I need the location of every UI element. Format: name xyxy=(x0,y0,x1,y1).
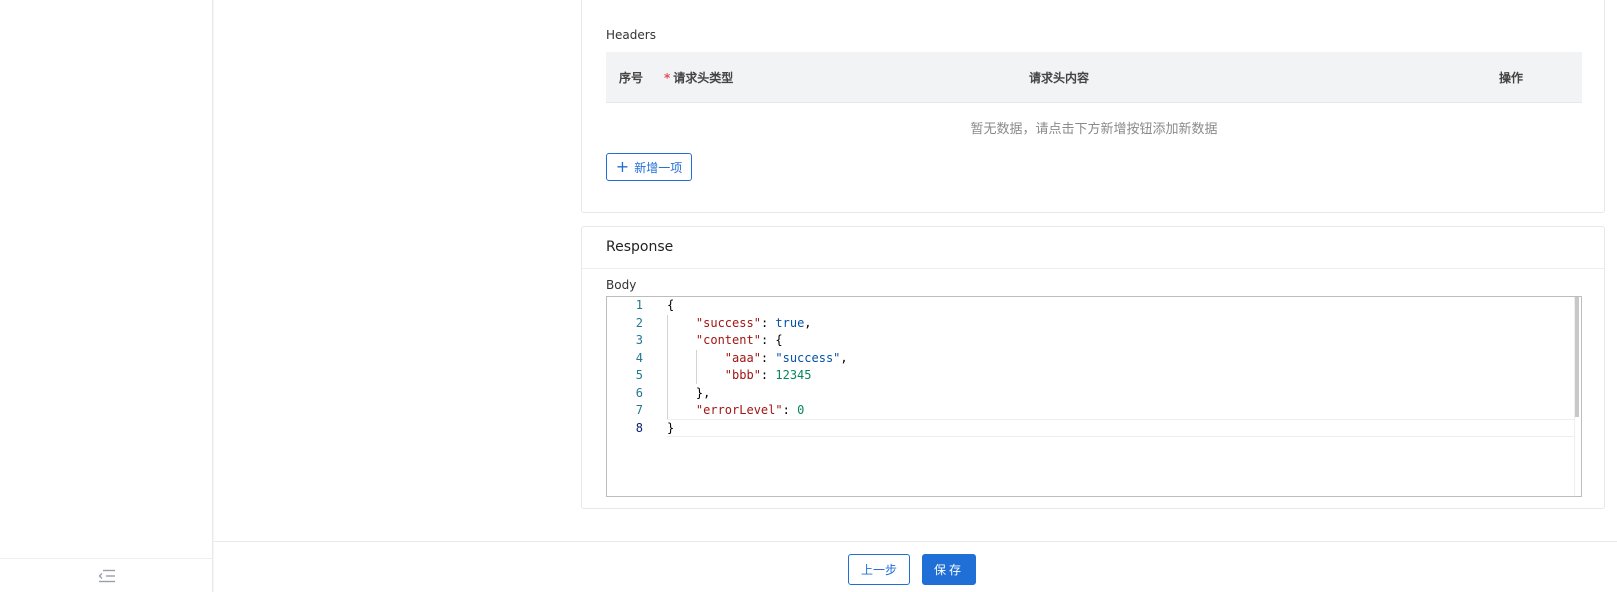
headers-table-head: 序号 * 请求头类型 请求头内容 操作 xyxy=(606,52,1582,103)
headers-card: Headers 序号 * 请求头类型 请求头内容 操作 暂无数据，请点击下方新增按… xyxy=(581,0,1605,213)
editor-gutter: 1 2 3 4 5 6 7 8 xyxy=(607,297,667,496)
line-number: 1 xyxy=(635,298,643,312)
add-item-button[interactable]: + 新增一项 xyxy=(606,153,692,181)
editor-scrollbar[interactable] xyxy=(1575,297,1579,417)
collapse-menu-icon[interactable] xyxy=(98,569,116,583)
column-header-type: * 请求头类型 xyxy=(664,69,1029,86)
headers-table: 序号 * 请求头类型 请求头内容 操作 暂无数据，请点击下方新增按钮添加新数据 xyxy=(606,52,1582,151)
code-line: "bbb": 12345 xyxy=(724,368,812,382)
headers-label: Headers xyxy=(606,28,656,42)
column-header-content: 请求头内容 xyxy=(1029,70,1090,85)
line-number: 7 xyxy=(635,403,643,417)
line-number: 4 xyxy=(635,351,643,365)
code-line: "errorLevel": 0 xyxy=(695,403,805,417)
editor-code[interactable]: { "success": true, "content": { "aaa": "… xyxy=(667,297,1581,496)
code-line: "success": true, xyxy=(695,316,812,330)
column-index: 序号 xyxy=(619,70,644,85)
response-card: Response Body 1 2 3 4 5 6 7 8 { "success… xyxy=(581,226,1605,509)
code-line: { xyxy=(667,298,675,312)
column-action: 操作 xyxy=(1499,70,1524,85)
body-label: Body xyxy=(606,278,637,292)
column-header-type-label: 请求头类型 xyxy=(673,70,734,85)
footer-bar: 上一步 保存 xyxy=(214,541,1617,592)
code-line: "aaa": "success", xyxy=(724,351,848,365)
code-line: }, xyxy=(667,386,711,400)
sidebar-footer xyxy=(0,558,213,592)
main-content: Headers 序号 * 请求头类型 请求头内容 操作 暂无数据，请点击下方新增按… xyxy=(214,0,1617,592)
response-divider xyxy=(582,268,1604,269)
sidebar xyxy=(0,0,213,592)
response-title: Response xyxy=(606,239,674,255)
code-line: "content": { xyxy=(695,333,783,347)
line-number: 2 xyxy=(635,316,643,330)
line-number: 5 xyxy=(635,368,643,382)
table-empty-text: 暂无数据，请点击下方新增按钮添加新数据 xyxy=(970,121,1218,137)
save-button[interactable]: 保存 xyxy=(922,554,976,585)
prev-step-button[interactable]: 上一步 xyxy=(848,554,910,585)
required-mark: * xyxy=(664,70,671,85)
response-body-editor[interactable]: 1 2 3 4 5 6 7 8 { "success": true, "cont… xyxy=(606,296,1582,497)
line-number: 3 xyxy=(635,333,643,347)
line-number: 6 xyxy=(635,386,643,400)
add-item-label: 新增一项 xyxy=(634,160,683,175)
code-line: } xyxy=(667,421,675,435)
plus-icon: + xyxy=(615,157,630,176)
line-number-active: 8 xyxy=(635,421,643,435)
